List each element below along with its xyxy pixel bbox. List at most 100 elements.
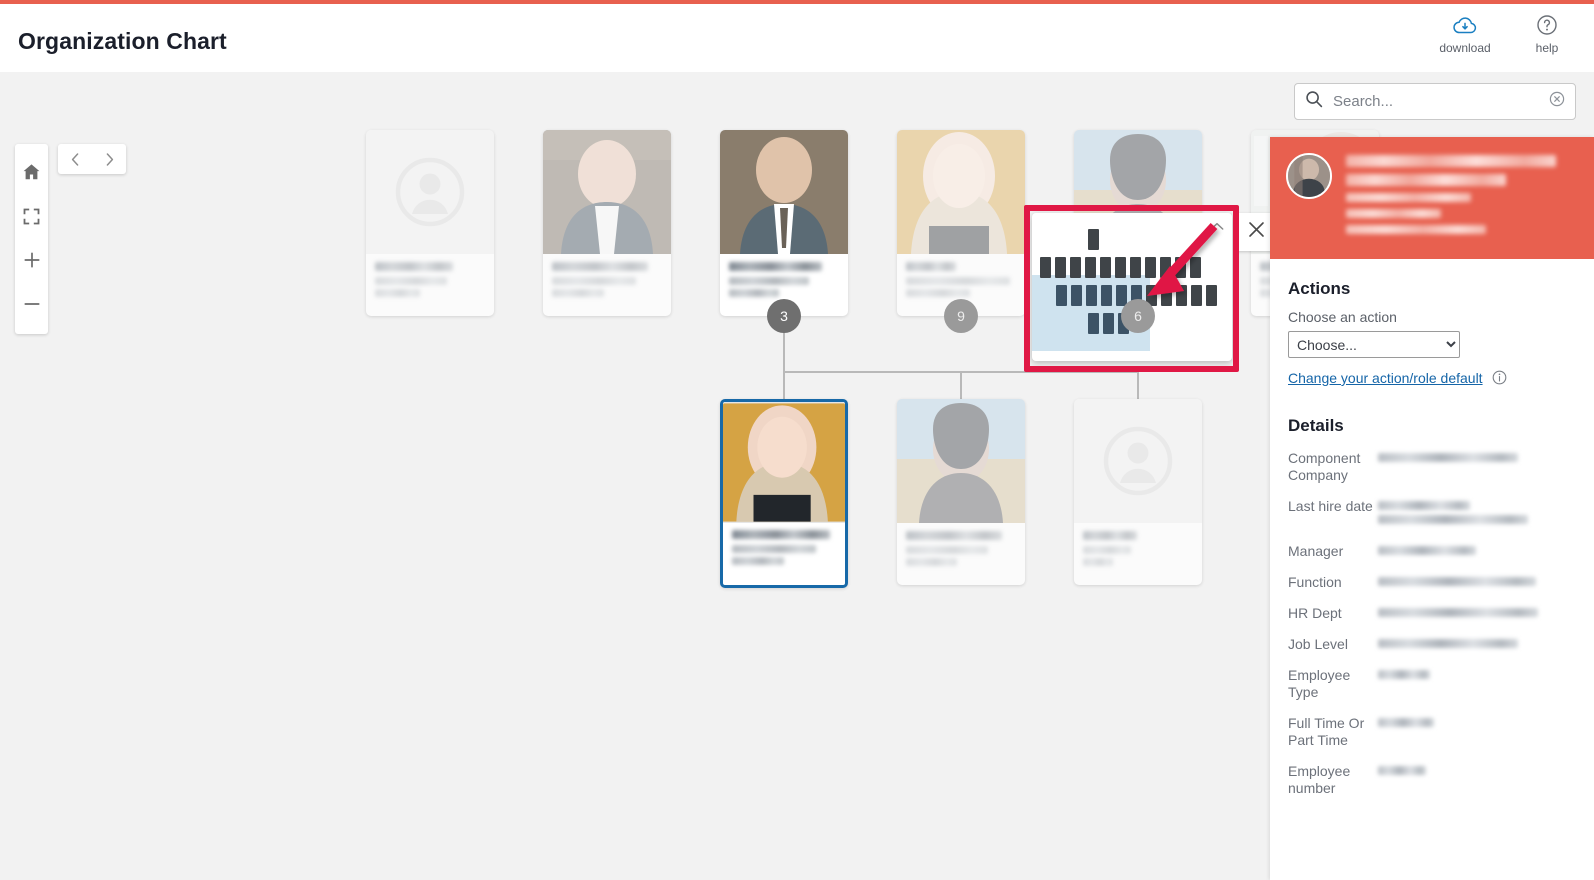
panel-header-line-redacted: [1346, 155, 1556, 167]
fit-screen-button[interactable]: [15, 194, 48, 238]
info-circle-icon[interactable]: [1492, 370, 1507, 390]
detail-value-redacted: [1378, 605, 1576, 622]
org-node-card[interactable]: [1074, 399, 1202, 585]
search-input[interactable]: [1331, 92, 1549, 111]
redacted-value-line: [1378, 718, 1434, 727]
help-button[interactable]: help: [1518, 12, 1576, 55]
minimap-node: [1055, 257, 1066, 278]
redacted-value-line: [1378, 546, 1476, 555]
descendant-count-badge[interactable]: 3: [767, 299, 801, 333]
org-node-card[interactable]: 3: [720, 130, 848, 333]
minimap-node: [1086, 285, 1097, 306]
detail-value-redacted: [1378, 450, 1576, 484]
org-node-card[interactable]: [720, 399, 848, 588]
detail-label: Manager: [1288, 543, 1344, 559]
app-header: Organization Chart download help: [0, 4, 1594, 72]
redacted-value-line: [1378, 670, 1430, 679]
org-node-title-redacted: [732, 545, 816, 553]
minimap-node: [1088, 229, 1099, 250]
details-list: Component Company Last hire date Manager Fu…: [1288, 450, 1576, 797]
org-node-title-redacted: [1083, 546, 1131, 554]
clear-circle-icon[interactable]: [1549, 91, 1565, 112]
organization-chart-app: Organization Chart download help 3 9 6 S…: [0, 0, 1594, 880]
connector-vertical-child-1: [783, 371, 785, 399]
minimap-node: [1190, 257, 1201, 278]
panel-header-line-redacted: [1346, 225, 1486, 234]
detail-label: Job Level: [1288, 636, 1348, 652]
minimap-node: [1071, 285, 1082, 306]
detail-row: Last hire date: [1288, 498, 1576, 529]
org-node-name-redacted: [906, 531, 1002, 540]
minimap-node: [1175, 257, 1186, 278]
detail-value-redacted: [1378, 636, 1576, 653]
detail-label: Component Company: [1288, 450, 1361, 483]
org-node-text: [1074, 523, 1202, 585]
minimap-node: [1130, 257, 1141, 278]
actions-heading: Actions: [1288, 279, 1351, 298]
org-node-photo: [897, 130, 1025, 254]
search-bar[interactable]: [1294, 83, 1576, 120]
search-icon: [1305, 90, 1323, 113]
redacted-value-line: [1378, 639, 1518, 648]
nav-back-button[interactable]: [60, 144, 90, 174]
org-node-name-redacted: [1083, 531, 1137, 540]
change-default-link[interactable]: Change your action/role default: [1288, 370, 1483, 386]
descendant-count-badge[interactable]: 9: [944, 299, 978, 333]
minimap-node: [1206, 285, 1217, 306]
detail-value-redacted: [1378, 574, 1576, 591]
redacted-value-line: [1378, 453, 1518, 462]
action-select[interactable]: Choose...: [1288, 331, 1460, 358]
org-node-card[interactable]: 9: [897, 130, 1025, 333]
panel-body: Actions Choose an action Choose... Chang…: [1270, 259, 1594, 797]
redacted-value-line: [1378, 501, 1470, 510]
zoom-toolbar: [15, 144, 48, 334]
org-node-title-redacted: [729, 289, 779, 297]
org-node-card[interactable]: [543, 130, 671, 316]
avatar: [1286, 153, 1332, 199]
header-actions: download help: [1436, 12, 1576, 55]
nav-forward-button[interactable]: [94, 144, 124, 174]
history-nav: [58, 144, 126, 174]
org-node-title-redacted: [552, 277, 636, 285]
download-label: download: [1439, 41, 1491, 55]
minimap-node: [1176, 285, 1187, 306]
minimap-node: [1161, 285, 1172, 306]
detail-row: Full Time Or Part Time: [1288, 715, 1576, 749]
org-node-title-redacted: [375, 277, 447, 285]
help-label: help: [1535, 41, 1559, 55]
connector-vertical-child-3: [1137, 371, 1139, 399]
page-title: Organization Chart: [18, 28, 227, 54]
org-node-title-redacted: [1083, 558, 1113, 566]
detail-label: Function: [1288, 574, 1342, 590]
detail-label: HR Dept: [1288, 605, 1342, 621]
minimap-node: [1160, 257, 1171, 278]
panel-header: [1270, 137, 1594, 259]
detail-label: Employee number: [1288, 763, 1351, 796]
zoom-in-button[interactable]: [15, 238, 48, 282]
panel-header-text: [1346, 153, 1580, 259]
chevron-up-icon[interactable]: [1208, 217, 1226, 235]
download-button[interactable]: download: [1436, 12, 1494, 55]
descendant-count-badge[interactable]: 6: [1121, 299, 1155, 333]
detail-row: Function: [1288, 574, 1576, 591]
org-node-name-redacted: [552, 262, 648, 271]
detail-value-redacted: [1378, 498, 1576, 529]
detail-row: Employee number: [1288, 763, 1576, 797]
detail-row: Employee Type: [1288, 667, 1576, 701]
minimap-panel[interactable]: [1032, 213, 1232, 361]
minimap-node: [1056, 285, 1067, 306]
org-node-card[interactable]: [897, 399, 1025, 585]
zoom-out-button[interactable]: [15, 282, 48, 326]
home-button[interactable]: [15, 150, 48, 194]
org-node-card[interactable]: [366, 130, 494, 316]
org-node-title-redacted: [732, 557, 784, 565]
org-node-photo: [366, 130, 494, 254]
detail-value-redacted: [1378, 763, 1576, 797]
org-node-text: [723, 523, 845, 585]
avatar-placeholder-icon: [1074, 399, 1202, 523]
panel-header-line-redacted: [1346, 174, 1506, 186]
details-heading: Details: [1288, 416, 1344, 435]
org-node-name-redacted: [375, 262, 453, 271]
minimap-node: [1070, 257, 1081, 278]
org-node-title-redacted: [729, 277, 809, 285]
